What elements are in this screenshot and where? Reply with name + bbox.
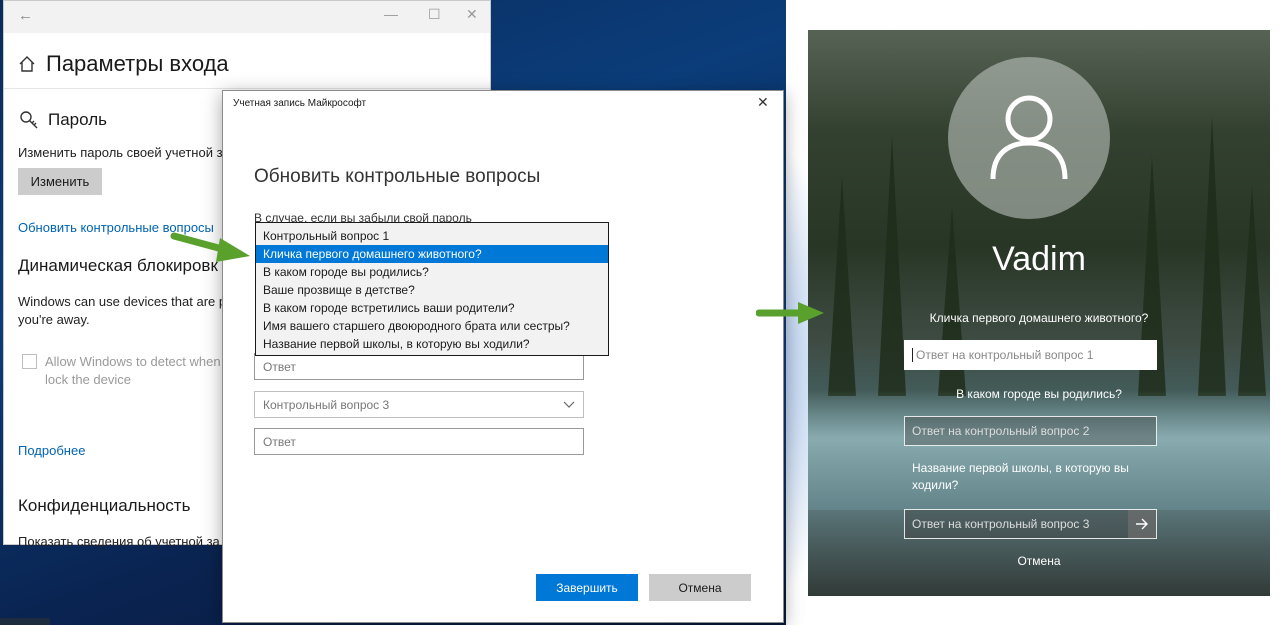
dialog-title: Учетная запись Майкрософт (233, 98, 367, 109)
security-question-dropdown[interactable]: Контрольный вопрос 1 Кличка первого дома… (255, 222, 609, 356)
dropdown-option[interactable]: В каком городе встретились ваши родители… (256, 299, 608, 317)
security-question-3-label: Название первой школы, в которую вы ходи… (912, 461, 1129, 492)
security-question-1-label: Кличка первого домашнего животного? (929, 311, 1149, 325)
screenshot-canvas: ← — ☐ ✕ Параметры входа Пароль Изменить … (0, 0, 1280, 625)
dropdown-option[interactable]: В каком городе вы родились? (256, 263, 608, 281)
answer-3-placeholder: Ответ на контрольный вопрос 3 (912, 517, 1090, 531)
question-3-placeholder: Контрольный вопрос 3 (263, 397, 390, 412)
dropdown-option-selected[interactable]: Кличка первого домашнего животного? (256, 245, 608, 263)
checkbox-label-line2: lock the device (45, 372, 131, 387)
password-heading-row: Пароль (18, 109, 107, 131)
minimize-icon[interactable]: — (384, 6, 398, 22)
answer-2-placeholder: Ответ на контрольный вопрос 2 (912, 424, 1090, 438)
password-heading: Пароль (48, 110, 107, 129)
password-description: Изменить пароль своей учетной за (18, 145, 230, 160)
avatar (948, 57, 1110, 219)
security-answer-3-input[interactable]: Ответ на контрольный вопрос 3 (904, 509, 1157, 539)
dropdown-option[interactable]: Контрольный вопрос 1 (256, 227, 608, 245)
answer-1-placeholder: Ответ на контрольный вопрос 1 (916, 348, 1094, 362)
background-tree (828, 176, 856, 396)
chevron-down-icon (563, 401, 575, 408)
answer-input-3[interactable]: Ответ (254, 428, 584, 455)
taskbar-fragment (0, 618, 50, 625)
page-title: Параметры входа (46, 51, 229, 76)
submit-arrow-icon (1136, 518, 1148, 530)
background-tree (1238, 186, 1266, 396)
answer-input-2[interactable]: Ответ (254, 353, 584, 380)
security-question-2-label: В каком городе вы родились? (956, 387, 1122, 401)
security-answer-1-input[interactable]: Ответ на контрольный вопрос 1 (904, 340, 1157, 370)
security-answer-2-input[interactable]: Ответ на контрольный вопрос 2 (904, 416, 1157, 446)
dialog-heading: Обновить контрольные вопросы (254, 166, 541, 187)
lock-screen-panel: Vadim Кличка первого домашнего животного… (808, 30, 1270, 596)
close-icon[interactable]: ✕ (466, 6, 478, 23)
dropdown-option[interactable]: Название первой школы, в которую вы ходи… (256, 335, 608, 353)
user-avatar-icon (990, 95, 1068, 180)
dropdown-option[interactable]: Имя вашего старшего двоюродного брата ил… (256, 317, 608, 335)
back-arrow-icon[interactable]: ← (18, 7, 33, 24)
privacy-heading: Конфиденциальность (18, 496, 191, 515)
submit-answers-button[interactable] (1128, 510, 1156, 538)
dynamic-lock-description-line1: Windows can use devices that are pa (18, 294, 234, 309)
checkbox-label-line1: Allow Windows to detect when y (45, 354, 231, 369)
green-arrow-icon (170, 232, 250, 262)
dynamic-lock-checkbox[interactable] (22, 354, 37, 369)
dropdown-option[interactable]: Ваше прозвище в детстве? (256, 281, 608, 299)
settings-header: Параметры входа (18, 51, 229, 77)
settings-titlebar: ← — ☐ ✕ (4, 1, 490, 33)
learn-more-link[interactable]: Подробнее (18, 443, 85, 458)
lock-screen-cancel-link[interactable]: Отмена (808, 554, 1270, 568)
maximize-icon[interactable]: ☐ (428, 6, 441, 23)
key-icon (20, 111, 38, 129)
green-arrow-icon (756, 302, 824, 324)
privacy-description: Показать сведения об учетной за (18, 534, 220, 549)
cancel-button[interactable]: Отмена (649, 574, 751, 601)
change-password-button[interactable]: Изменить (18, 168, 102, 195)
dynamic-lock-description-line2: you're away. (18, 312, 90, 327)
microsoft-account-dialog: Учетная запись Майкрософт ✕ Обновить кон… (222, 90, 784, 623)
dynamic-lock-checkbox-label: Allow Windows to detect when y lock the … (45, 353, 231, 389)
header-divider (4, 88, 490, 89)
text-caret (912, 348, 913, 362)
lock-screen-user-name: Vadim (992, 240, 1086, 278)
close-icon[interactable]: ✕ (757, 94, 769, 111)
security-question-3-select[interactable]: Контрольный вопрос 3 (254, 391, 584, 418)
home-icon (19, 56, 35, 72)
finish-button[interactable]: Завершить (536, 574, 638, 601)
